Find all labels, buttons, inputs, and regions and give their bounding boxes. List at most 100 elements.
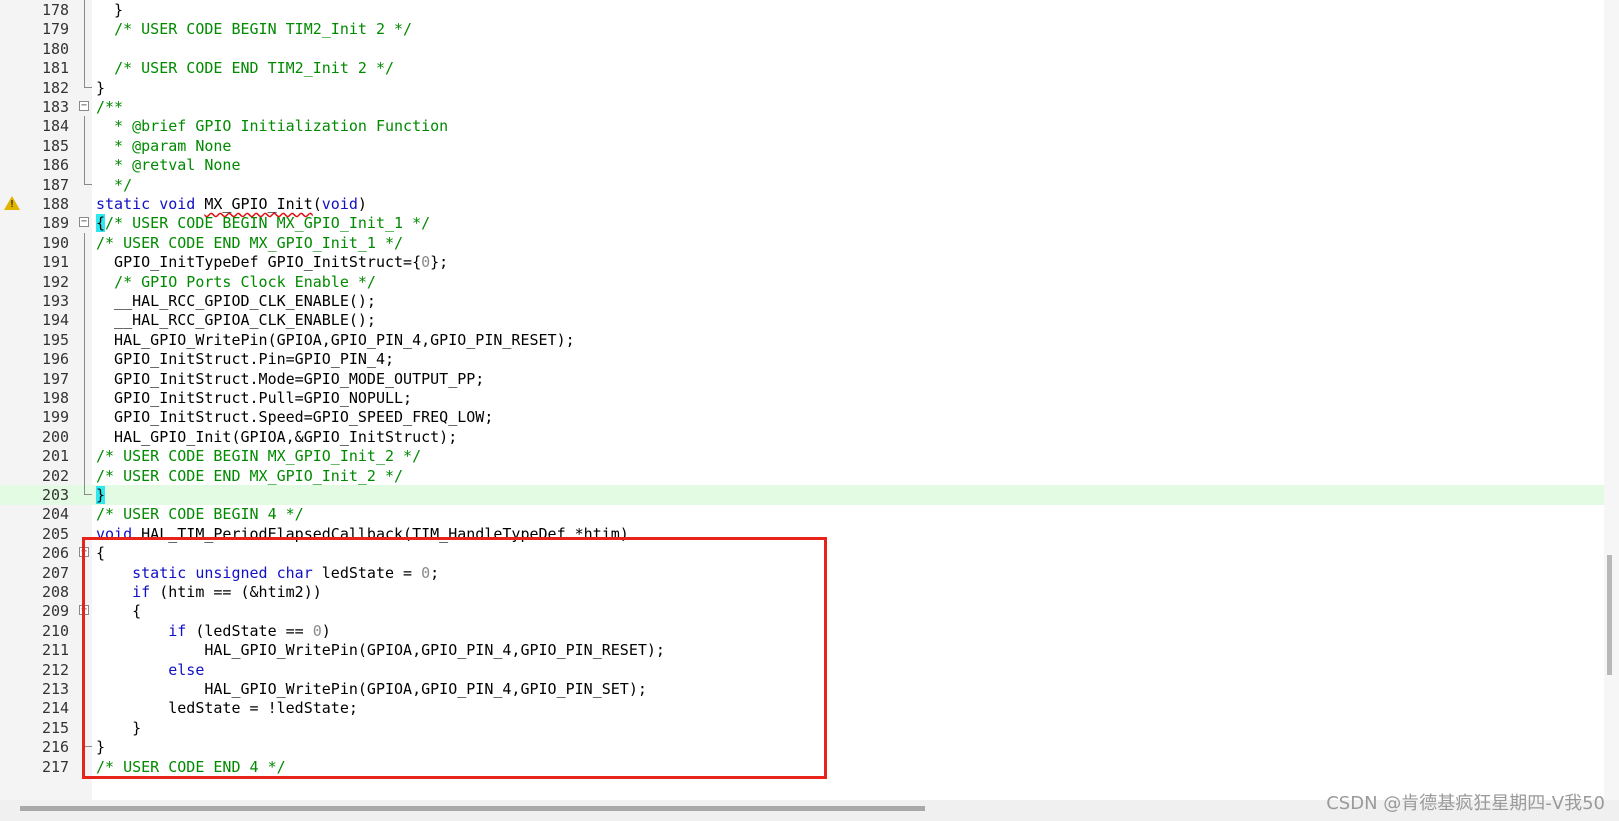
code-text[interactable]: static void MX_GPIO_Init(void) (96, 194, 367, 214)
code-text[interactable]: else (96, 660, 204, 680)
code-text[interactable]: void HAL_TIM_PeriodElapsedCallback(TIM_H… (96, 524, 629, 544)
code-token: 0 (421, 253, 431, 272)
code-text[interactable]: GPIO_InitStruct.Pull=GPIO_NOPULL; (96, 388, 412, 408)
code-line[interactable]: 192 /* GPIO Ports Clock Enable */ (0, 271, 1604, 292)
code-editor[interactable]: 178 } 179 /* USER CODE BEGIN TIM2_Init 2 … (0, 0, 1604, 800)
code-line[interactable]: 188! static void MX_GPIO_Init(void) (0, 194, 1604, 214)
code-text[interactable]: /* USER CODE END MX_GPIO_Init_1 */ (96, 233, 403, 253)
code-text[interactable]: } (96, 0, 123, 20)
code-text[interactable]: {/* USER CODE BEGIN MX_GPIO_Init_1 */ (96, 213, 430, 233)
code-line[interactable]: 203} (0, 485, 1604, 505)
warning-triangle-icon[interactable]: ! (4, 196, 20, 210)
code-token: /* USER CODE BEGIN MX_GPIO_Init_2 */ (96, 447, 422, 466)
fold-toggle-icon[interactable]: − (79, 101, 89, 111)
vertical-scrollbar-thumb[interactable] (1607, 555, 1612, 675)
line-number: 212 (42, 660, 70, 679)
line-number: 193 (42, 292, 70, 310)
code-text[interactable]: HAL_GPIO_WritePin(GPIOA,GPIO_PIN_4,GPIO_… (96, 640, 665, 660)
code-text[interactable]: * @brief GPIO Initialization Function (96, 116, 448, 136)
code-line[interactable]: 193 __HAL_RCC_GPIOD_CLK_ENABLE(); (0, 291, 1604, 311)
code-line[interactable]: 216} (0, 737, 1604, 757)
code-text[interactable]: GPIO_InitStruct.Pin=GPIO_PIN_4; (96, 349, 394, 369)
fold-toggle-icon[interactable]: − (79, 547, 89, 558)
code-text[interactable]: /* USER CODE BEGIN MX_GPIO_Init_2 */ (96, 446, 421, 466)
code-text[interactable]: if (htim == (&htim2)) (96, 582, 322, 602)
code-text[interactable]: /* GPIO Ports Clock Enable */ (96, 272, 376, 292)
code-text[interactable]: GPIO_InitStruct.Mode=GPIO_MODE_OUTPUT_PP… (96, 369, 484, 389)
code-line[interactable]: 195 HAL_GPIO_WritePin(GPIOA,GPIO_PIN_4,G… (0, 329, 1604, 350)
code-line[interactable]: 197 GPIO_InitStruct.Mode=GPIO_MODE_OUTPU… (0, 368, 1604, 389)
code-line[interactable]: 196 GPIO_InitStruct.Pin=GPIO_PIN_4; (0, 349, 1604, 370)
code-text[interactable]: HAL_GPIO_WritePin(GPIOA,GPIO_PIN_4,GPIO_… (96, 679, 647, 699)
code-text[interactable]: /* USER CODE END 4 */ (96, 757, 286, 777)
fold-toggle-icon[interactable]: − (79, 605, 89, 616)
code-line[interactable]: 180 (0, 38, 1604, 59)
code-line[interactable]: 201 /* USER CODE BEGIN MX_GPIO_Init_2 */ (0, 446, 1604, 467)
code-text[interactable]: { (96, 543, 105, 563)
code-text[interactable]: /* USER CODE END TIM2_Init 2 */ (96, 58, 394, 78)
code-line[interactable]: 213 HAL_GPIO_WritePin(GPIOA,GPIO_PIN_4,G… (0, 679, 1604, 699)
code-line[interactable]: 204 /* USER CODE BEGIN 4 */ (0, 504, 1604, 524)
code-line[interactable]: 189− {/* USER CODE BEGIN MX_GPIO_Init_1 *… (0, 213, 1604, 233)
code-text[interactable]: ledState = !ledState; (96, 698, 358, 718)
code-text[interactable]: */ (96, 175, 132, 195)
code-line[interactable]: 184 * @brief GPIO Initialization Functio… (0, 116, 1604, 137)
fold-guide-line (84, 659, 85, 680)
fold-guide-line (84, 116, 85, 137)
code-text[interactable]: HAL_GPIO_Init(GPIOA,&GPIO_InitStruct); (96, 427, 457, 447)
code-text[interactable]: if (ledState == 0) (96, 621, 331, 641)
code-text[interactable]: __HAL_RCC_GPIOA_CLK_ENABLE(); (96, 310, 376, 330)
code-line[interactable]: 200 HAL_GPIO_Init(GPIOA,&GPIO_InitStruct… (0, 426, 1604, 447)
fold-toggle-icon[interactable]: − (79, 217, 89, 228)
code-text[interactable]: HAL_GPIO_WritePin(GPIOA,GPIO_PIN_4,GPIO_… (96, 330, 575, 350)
code-line[interactable]: 199 GPIO_InitStruct.Speed=GPIO_SPEED_FRE… (0, 407, 1604, 428)
code-text[interactable]: static unsigned char ledState = 0; (96, 563, 439, 583)
code-text[interactable]: /* USER CODE BEGIN TIM2_Init 2 */ (96, 19, 412, 39)
code-text[interactable]: } (96, 78, 105, 98)
code-text[interactable]: } (96, 718, 141, 738)
code-line[interactable]: 182} (0, 77, 1604, 98)
code-line[interactable]: 205 void HAL_TIM_PeriodElapsedCallback(TI… (0, 524, 1604, 544)
code-line[interactable]: 191 GPIO_InitTypeDef GPIO_InitStruct={0}… (0, 252, 1604, 273)
code-line[interactable]: 217 /* USER CODE END 4 */ (0, 757, 1604, 777)
code-line[interactable]: 190 /* USER CODE END MX_GPIO_Init_1 */ (0, 232, 1604, 253)
code-text[interactable]: /** (96, 97, 123, 117)
code-line[interactable]: 178 } (0, 0, 1604, 20)
code-line[interactable]: 194 __HAL_RCC_GPIOA_CLK_ENABLE(); (0, 310, 1604, 331)
code-text[interactable]: } (96, 485, 106, 505)
fold-guide-line (84, 271, 85, 292)
code-line[interactable]: 202 /* USER CODE END MX_GPIO_Init_2 */ (0, 465, 1604, 486)
code-token: __HAL_RCC_GPIOD_CLK_ENABLE(); (96, 292, 376, 310)
code-text[interactable]: __HAL_RCC_GPIOD_CLK_ENABLE(); (96, 291, 376, 311)
code-line[interactable]: 183−/** (0, 97, 1604, 117)
code-line[interactable]: 179 /* USER CODE BEGIN TIM2_Init 2 */ (0, 19, 1604, 40)
code-line[interactable]: 207 static unsigned char ledState = 0; (0, 562, 1604, 583)
horizontal-scrollbar-thumb[interactable] (20, 806, 925, 811)
code-line[interactable]: 186 * @retval None (0, 155, 1604, 176)
code-text[interactable]: * @param None (96, 136, 231, 156)
code-text[interactable]: GPIO_InitTypeDef GPIO_InitStruct={0}; (96, 252, 448, 272)
code-line[interactable]: 181 /* USER CODE END TIM2_Init 2 */ (0, 58, 1604, 79)
code-text[interactable]: /* USER CODE END MX_GPIO_Init_2 */ (96, 466, 403, 486)
code-line[interactable]: 215 } (0, 717, 1604, 738)
code-text[interactable]: * @retval None (96, 155, 240, 175)
code-text[interactable]: /* USER CODE BEGIN 4 */ (96, 504, 304, 524)
line-number: 217 (42, 757, 70, 776)
code-line[interactable]: 187 */ (0, 174, 1604, 195)
code-line[interactable]: 211 HAL_GPIO_WritePin(GPIOA,GPIO_PIN_4,G… (0, 640, 1604, 661)
code-line[interactable]: 185 * @param None (0, 135, 1604, 156)
vertical-scrollbar[interactable] (1604, 0, 1619, 800)
code-line[interactable]: 209− { (0, 601, 1604, 621)
line-number: 186 (42, 156, 70, 175)
code-line[interactable]: 206−{ (0, 543, 1604, 563)
code-line[interactable]: 214 ledState = !ledState; (0, 698, 1604, 719)
code-text[interactable]: GPIO_InitStruct.Speed=GPIO_SPEED_FREQ_LO… (96, 407, 493, 427)
code-line[interactable]: 208 if (htim == (&htim2)) (0, 582, 1604, 602)
line-number: 215 (42, 718, 70, 737)
code-text[interactable]: } (96, 737, 105, 757)
code-line[interactable]: 210 if (ledState == 0) (0, 620, 1604, 641)
code-line[interactable]: 212 else (0, 659, 1604, 680)
code-text[interactable]: { (96, 601, 141, 621)
code-line[interactable]: 198 GPIO_InitStruct.Pull=GPIO_NOPULL; (0, 388, 1604, 408)
